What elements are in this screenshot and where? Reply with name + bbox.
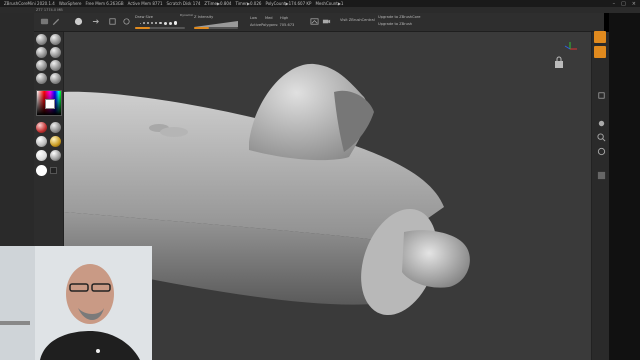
video-icon[interactable] (322, 16, 331, 27)
matcap-gray-icon[interactable] (50, 122, 61, 133)
frame-icon[interactable] (595, 90, 607, 100)
high-button[interactable]: High (280, 16, 288, 20)
edit-icon[interactable] (51, 16, 60, 27)
upgrade-zbrush-link[interactable]: Upgrade to ZBrush (378, 22, 412, 26)
document-name: WaxSphere (58, 1, 82, 6)
rotate-icon[interactable] (122, 16, 131, 27)
app-name: ZBrushCoreMini 2020.1.4 (4, 1, 55, 6)
matcap-white-icon[interactable] (36, 136, 47, 147)
brush-size-dots[interactable] (140, 21, 186, 25)
draw-size-slider[interactable] (135, 27, 185, 29)
trim-brush-icon[interactable] (50, 73, 61, 84)
matcap-gold-icon[interactable] (50, 136, 61, 147)
free-mem: Free Mem 6.263GB (85, 1, 124, 6)
rotate-view-icon[interactable] (595, 146, 607, 156)
draw-size-label: Draw Size (135, 15, 153, 19)
lock-icon[interactable] (554, 56, 564, 68)
meshcount: MeshCount▶1 (315, 1, 344, 6)
matcap-red-icon[interactable] (36, 122, 47, 133)
low-button[interactable]: Low (250, 16, 257, 20)
matcap-chrome-icon[interactable] (50, 150, 61, 161)
title-bar: ZBrushCoreMini 2020.1.4 WaxSphere Free M… (0, 0, 640, 7)
zbrushcentral-link[interactable]: Visit ZBrushCentral (340, 18, 375, 22)
clay-buildup-brush-icon[interactable] (50, 34, 61, 45)
ztime: ZTime▶0.804 (204, 1, 232, 6)
top-toolbar: Draw Size Dynamic Z Intensity Low Med Hi… (34, 13, 604, 32)
move-icon[interactable] (92, 16, 101, 27)
smooth-brush-icon[interactable] (50, 47, 61, 58)
active-mem: Active Mem 8771 (127, 1, 163, 6)
move-brush-icon[interactable] (36, 47, 47, 58)
upgrade-core-link[interactable]: Upgrade to ZBrushCore (378, 15, 420, 19)
right-shelf (591, 32, 609, 360)
main-color-chip[interactable] (36, 165, 47, 176)
sphere-icon[interactable] (74, 16, 83, 27)
color-swatch (45, 99, 55, 109)
matcap-skin-icon[interactable] (36, 150, 47, 161)
scale-icon[interactable] (108, 16, 117, 27)
inflate-brush-icon[interactable] (36, 60, 47, 71)
polycount: PolyCount▶174.607 KP (265, 1, 312, 6)
intensity-slider-fill (194, 27, 210, 29)
orange-tool-2[interactable] (594, 46, 606, 58)
dam-standard-brush-icon[interactable] (36, 73, 47, 84)
scratch-disk: Scratch Disk 174 (166, 1, 201, 6)
secondary-color-chip[interactable] (50, 167, 57, 174)
standard-brush-icon[interactable] (36, 34, 47, 45)
draw-size-dynamic[interactable]: Dynamic (180, 13, 193, 17)
med-button[interactable]: Med (265, 16, 273, 20)
sub-bar-label: ZT7 1774.0 MB (36, 8, 63, 12)
presenter-video (0, 246, 152, 360)
far-right-panel (594, 13, 640, 360)
intensity-label: Z Intensity (194, 15, 214, 19)
orange-tool-1[interactable] (594, 31, 606, 43)
color-picker[interactable] (36, 90, 62, 116)
transp-icon[interactable] (595, 170, 607, 180)
intensity-slider[interactable] (194, 27, 238, 29)
timer: Timer▶0.026 (235, 1, 262, 6)
lightbox-icon[interactable] (40, 16, 49, 27)
webcam-overlay (0, 246, 152, 360)
zoom-view-icon[interactable] (595, 132, 607, 142)
pinch-brush-icon[interactable] (50, 60, 61, 71)
draw-size-slider-fill (135, 27, 150, 29)
move-view-icon[interactable] (595, 118, 607, 128)
active-polygons: ActivePolygons: 705.673 (250, 23, 295, 27)
image-icon[interactable] (310, 16, 319, 27)
